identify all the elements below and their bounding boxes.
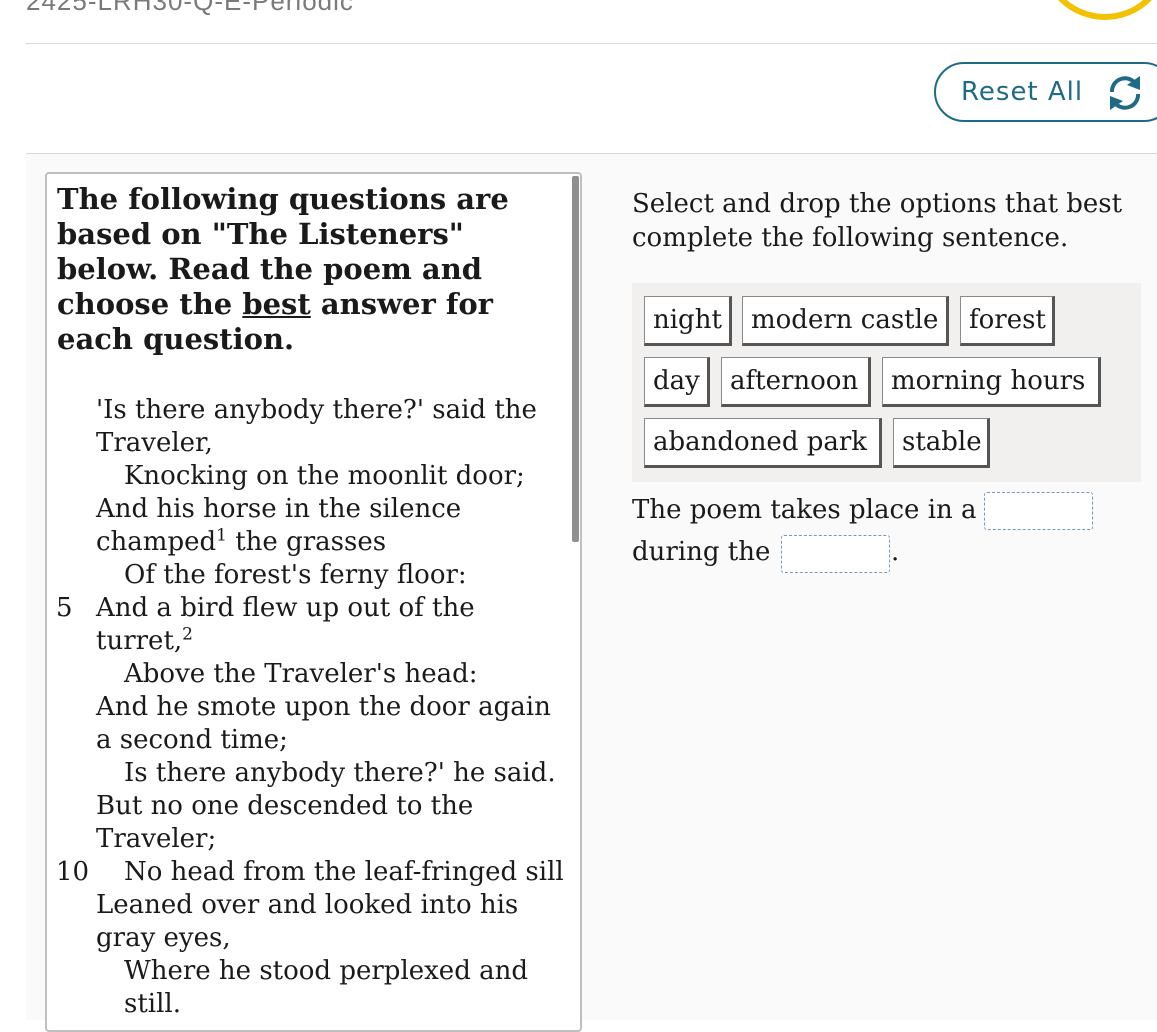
poem-line: gray eyes,: [96, 923, 231, 953]
timer-ring: [1040, 0, 1157, 20]
poem-line: Leaned over and looked into his: [96, 890, 519, 920]
poem-text: 'Is there anybody there?' said the Travel…: [56, 394, 578, 1021]
drop-target-1[interactable]: [984, 492, 1093, 530]
sentence-period: .: [891, 537, 900, 567]
line-number: 10: [56, 857, 90, 887]
option-day[interactable]: day: [644, 357, 710, 407]
poem-line: Knocking on the moonlit door;: [124, 461, 525, 491]
poem-line: still.: [124, 989, 182, 1019]
option-stable[interactable]: stable: [893, 418, 990, 468]
passage-instructions: The following questions are based on "Th…: [57, 182, 509, 356]
option-modern-castle[interactable]: modern castle: [742, 296, 949, 346]
poem-line: a second time;: [96, 725, 288, 755]
question-prompt: Select and drop the options that best co…: [632, 189, 1123, 253]
reset-all-button[interactable]: Reset All: [934, 62, 1157, 122]
divider-top: [26, 43, 1157, 44]
drop-target-2[interactable]: [781, 535, 890, 573]
option-morning-hours[interactable]: morning hours: [882, 357, 1101, 407]
emphasis-best: best: [242, 287, 311, 321]
option-abandoned-park[interactable]: abandoned park: [644, 418, 882, 468]
option-afternoon[interactable]: afternoon: [721, 357, 871, 407]
option-night[interactable]: night: [644, 296, 732, 346]
footnote-marker[interactable]: 1: [216, 525, 227, 545]
option-forest[interactable]: forest: [960, 296, 1055, 346]
option-bank: night modern castle forest day afternoon…: [632, 283, 1141, 482]
sentence-part-1: The poem takes place in a: [632, 495, 977, 525]
line-number: 5: [56, 593, 73, 623]
poem-line: 10 No head from the leaf-fringed sill: [56, 857, 564, 887]
poem-line: 'Is there anybody there?' said the: [96, 395, 537, 425]
poem-line: Traveler;: [96, 824, 217, 854]
poem-line: Is there anybody there?' he said.: [124, 758, 556, 788]
poem-line: Of the forest's ferny floor:: [124, 560, 467, 590]
poem-line: 5 And a bird flew up out of the: [56, 593, 475, 623]
sentence-part-2: during the: [632, 537, 771, 567]
poem-line: Traveler,: [96, 428, 213, 458]
poem-line: And his horse in the silence: [96, 494, 462, 524]
poem-line: turret,2: [96, 624, 193, 656]
poem-line: Above the Traveler's head:: [124, 659, 478, 689]
poem-line: And he smote upon the door again: [96, 692, 551, 722]
poem-line: But no one descended to the: [96, 791, 474, 821]
reset-all-label: Reset All: [961, 77, 1084, 107]
refresh-icon: [1104, 72, 1146, 121]
poem-line: champed1 the grasses: [96, 525, 387, 557]
assignment-id: 2425-LRH30-Q-E-Periodic: [26, 0, 354, 16]
footnote-marker[interactable]: 2: [182, 624, 193, 644]
poem-line: Where he stood perplexed and: [124, 956, 528, 986]
